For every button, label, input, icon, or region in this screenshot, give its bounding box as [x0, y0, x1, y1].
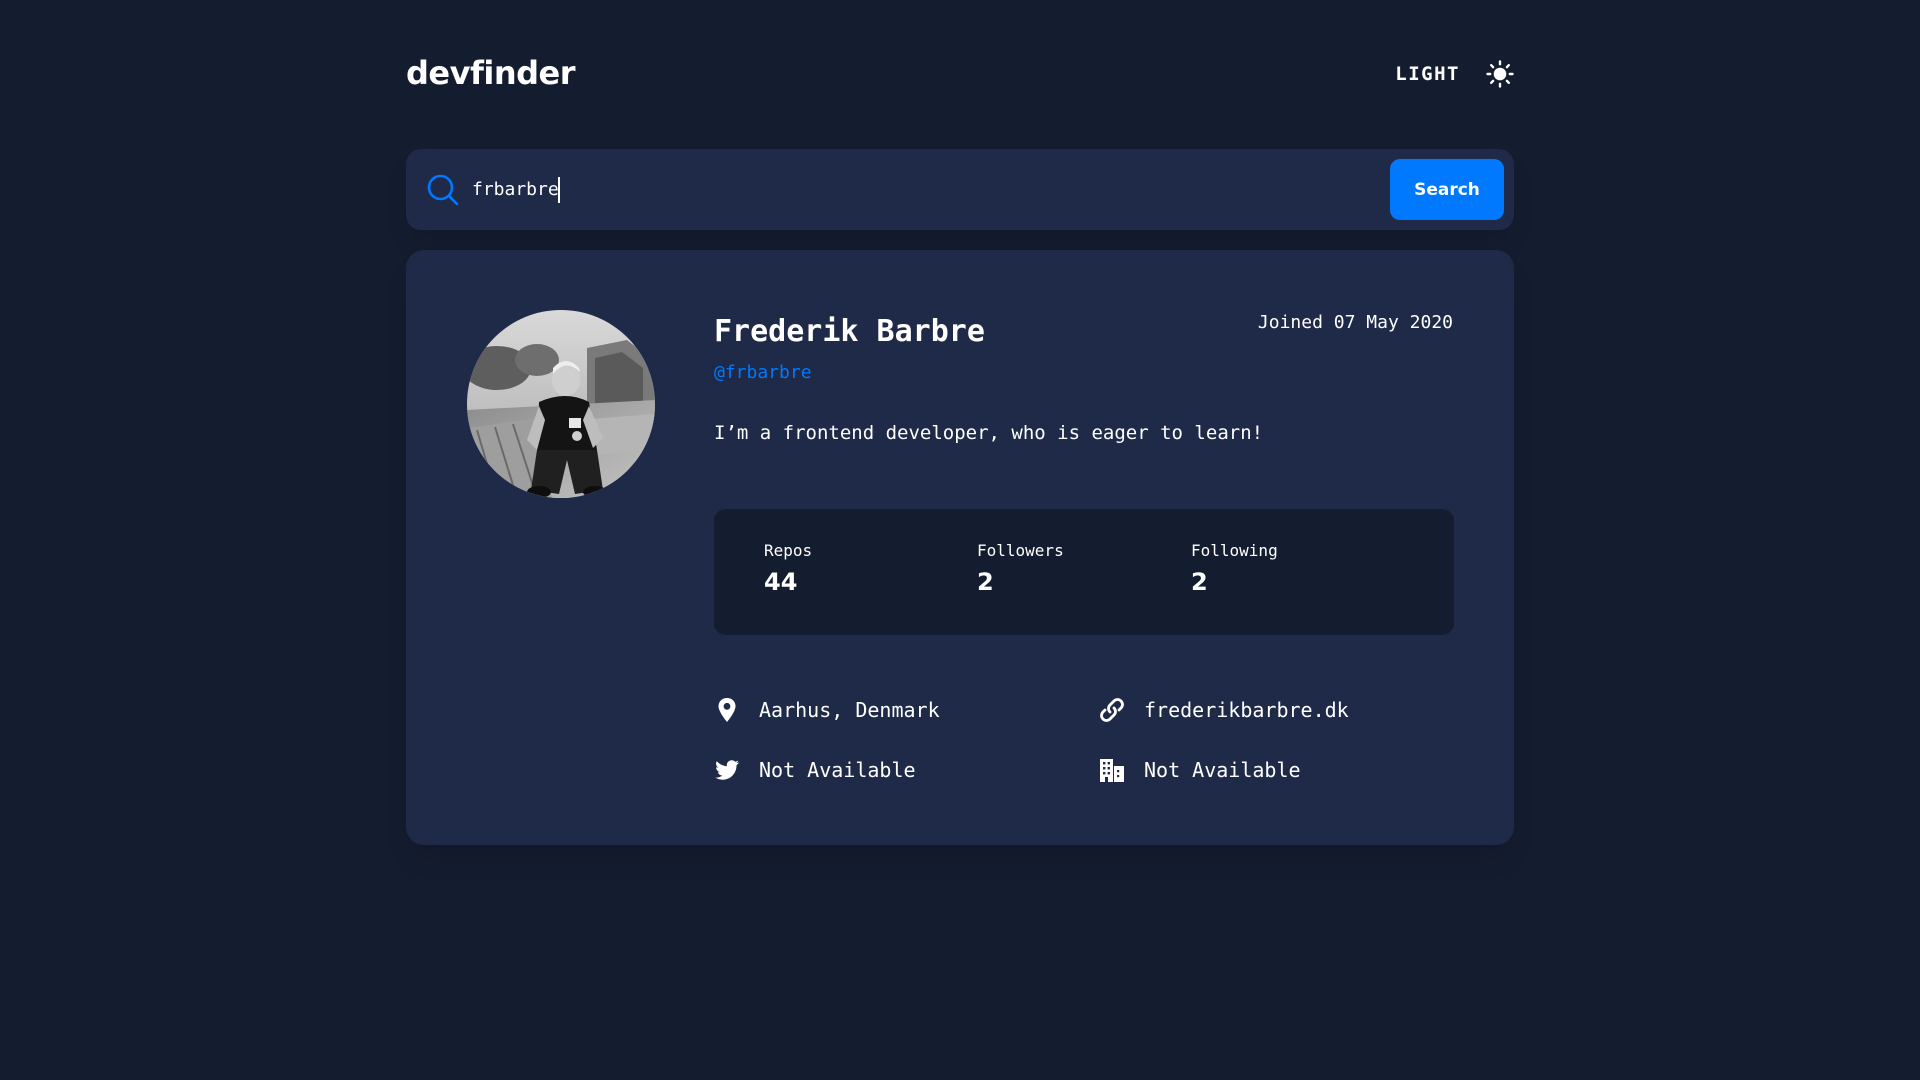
company-item: Not Available — [1099, 755, 1301, 785]
company-building-icon — [1100, 759, 1124, 782]
location-pin-icon — [718, 698, 736, 722]
stat-label: Repos — [764, 541, 813, 560]
company-text: Not Available — [1144, 758, 1301, 782]
stat-value: 2 — [977, 568, 994, 596]
theme-toggle-label: LIGHT — [1395, 63, 1460, 85]
joined-date: Joined 07 May 2020 — [1257, 312, 1453, 333]
app-logo: devfinder — [406, 54, 576, 92]
twitter-item: Not Available — [714, 755, 916, 785]
header: devfinder LIGHT — [406, 50, 1514, 100]
stat-following: Following 2 — [1191, 541, 1278, 596]
stat-label: Following — [1191, 541, 1278, 560]
stat-repos: Repos 44 — [764, 541, 812, 596]
profile-login-link[interactable]: @frbarbre — [714, 362, 812, 383]
search-input[interactable] — [472, 169, 1122, 209]
location-item: Aarhus, Denmark — [714, 695, 940, 725]
profile-name: Frederik Barbre — [714, 314, 985, 349]
search-icon — [427, 174, 459, 206]
stat-value: 2 — [1191, 568, 1208, 596]
stat-value: 44 — [764, 568, 798, 596]
sun-icon — [1486, 60, 1514, 88]
website-item[interactable]: frederikbarbre.dk — [1099, 695, 1349, 725]
search-button[interactable]: Search — [1390, 159, 1504, 220]
profile-bio: I’m a frontend developer, who is eager t… — [714, 422, 1264, 444]
stat-label: Followers — [977, 541, 1064, 560]
stat-followers: Followers 2 — [977, 541, 1064, 596]
profile-links: Aarhus, Denmark frederikbarbre.dk Not Av… — [714, 695, 1454, 805]
stats-panel: Repos 44 Followers 2 Following 2 — [714, 509, 1454, 635]
avatar-photo — [467, 310, 655, 498]
link-icon — [1100, 698, 1124, 722]
text-caret — [558, 177, 560, 203]
twitter-icon — [715, 760, 739, 780]
profile-card: Frederik Barbre Joined 07 May 2020 @frba… — [406, 250, 1514, 845]
search-bar: Search — [406, 149, 1514, 230]
twitter-text: Not Available — [759, 758, 916, 782]
avatar — [467, 310, 655, 498]
website-link[interactable]: frederikbarbre.dk — [1144, 698, 1349, 722]
location-text: Aarhus, Denmark — [759, 698, 940, 722]
theme-toggle-button[interactable]: LIGHT — [1395, 59, 1514, 89]
